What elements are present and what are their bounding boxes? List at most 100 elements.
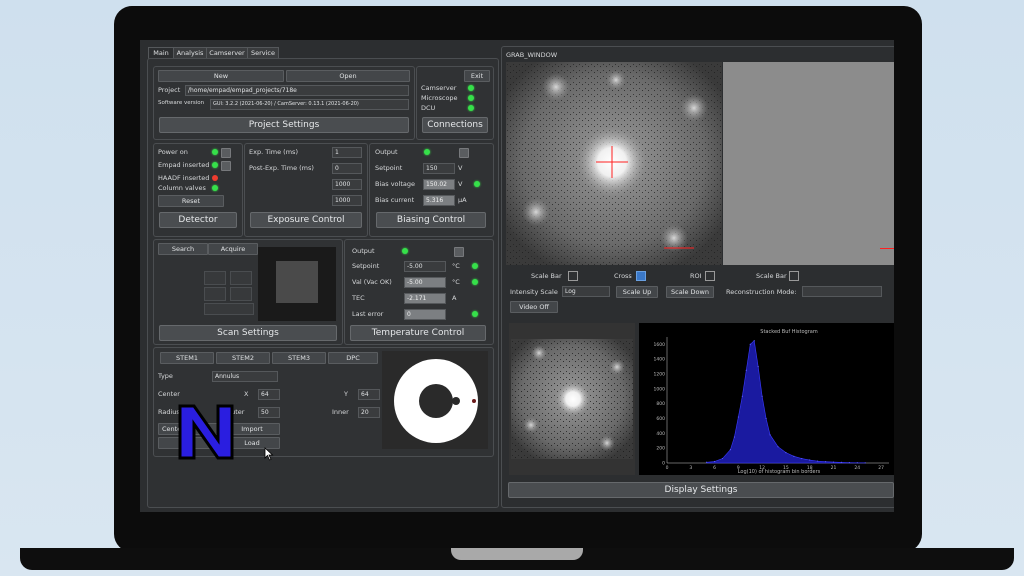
scan-grid-field[interactable]: [230, 271, 252, 285]
stem-inner-field[interactable]: 20: [358, 407, 380, 418]
reset-button[interactable]: Reset: [158, 195, 224, 207]
power-on-label: Power on: [158, 148, 188, 156]
stem-y-field[interactable]: 64: [358, 389, 380, 400]
histogram-point: [840, 461, 843, 464]
detector-button[interactable]: Detector: [159, 212, 237, 228]
project-path-field[interactable]: /home/empad/empad_projects/718e: [185, 85, 409, 96]
histogram-point: [749, 343, 751, 346]
scan-settings-button[interactable]: Scan Settings: [159, 325, 337, 341]
temperature-control-button[interactable]: Temperature Control: [350, 325, 486, 341]
histogram-point: [741, 395, 743, 397]
scan-grid-field[interactable]: [204, 271, 226, 285]
scale-bar-label: Scale Bar: [531, 272, 562, 280]
roi-checkbox[interactable]: [705, 271, 715, 281]
diffraction-image[interactable]: [506, 62, 722, 265]
y-tick-label: 800: [656, 401, 665, 407]
dcu-led: [468, 105, 474, 111]
y-tick-label: 1400: [654, 357, 666, 363]
project-settings-button[interactable]: Project Settings: [159, 117, 409, 133]
software-version-field: GUI: 3.2.2 (2021-06-20) / CamServer: 0.1…: [210, 99, 409, 110]
scale-down-button[interactable]: Scale Down: [666, 286, 714, 298]
laptop-notch: [451, 548, 583, 560]
temp-val-field: -5.00: [404, 277, 446, 288]
scale-up-button[interactable]: Scale Up: [616, 286, 658, 298]
roi-label: ROI: [690, 272, 702, 280]
histogram-title: Stacked Buf Histogram: [760, 329, 818, 335]
scale-bar2-checkbox[interactable]: [789, 271, 799, 281]
histogram-point: [765, 417, 767, 420]
tab-dpc[interactable]: DPC: [328, 352, 378, 364]
camserver-led: [468, 85, 474, 91]
scan-mode-select[interactable]: [204, 303, 254, 315]
temp-setpoint-field[interactable]: -5.00: [404, 261, 446, 272]
x-tick-label: 3: [689, 465, 692, 471]
new-project-button[interactable]: New: [158, 70, 284, 82]
temp-setpoint-led: [472, 263, 478, 269]
scan-grid-field[interactable]: [204, 287, 226, 301]
n-logo-icon: [178, 404, 234, 460]
open-project-button[interactable]: Open: [286, 70, 410, 82]
stem-type-select[interactable]: Annulus: [212, 371, 278, 382]
scan-grid-field[interactable]: [230, 287, 252, 301]
temp-output-toggle[interactable]: [454, 247, 464, 257]
tec-unit: A: [452, 294, 457, 302]
bias-output-led: [424, 149, 430, 155]
y-tick-label: 1600: [654, 342, 666, 348]
stem-y-label: Y: [344, 390, 348, 398]
reconstruction-view[interactable]: [723, 62, 894, 265]
stem-center-label: Center: [158, 390, 180, 398]
power-on-led: [212, 149, 218, 155]
power-toggle-button[interactable]: [221, 148, 231, 158]
search-button[interactable]: Search: [158, 243, 208, 255]
scan-preview: [258, 247, 336, 321]
exposure-field-3[interactable]: 1000: [332, 179, 362, 190]
histogram-point: [737, 416, 739, 418]
bias-voltage-field: 150.02: [423, 179, 455, 190]
histogram-point: [785, 452, 787, 454]
camserver-status-label: Camserver: [421, 84, 457, 92]
exposure-field-4[interactable]: 1000: [332, 195, 362, 206]
display-settings-button[interactable]: Display Settings: [508, 482, 894, 498]
stem-x-field[interactable]: 64: [258, 389, 280, 400]
stem-outer-field[interactable]: 50: [258, 407, 280, 418]
exit-button[interactable]: Exit: [464, 70, 490, 82]
x-tick-label: 0: [666, 465, 669, 471]
scale-bar-checkbox[interactable]: [568, 271, 578, 281]
bias-voltage-label: Bias voltage: [375, 180, 415, 188]
tab-stem1[interactable]: STEM1: [160, 352, 214, 364]
exposure-control-button[interactable]: Exposure Control: [250, 212, 362, 228]
cross-checkbox[interactable]: [636, 271, 646, 281]
histogram-point: [809, 459, 811, 461]
histogram-point: [706, 461, 708, 463]
tab-stem3[interactable]: STEM3: [272, 352, 326, 364]
stem-image[interactable]: [511, 339, 633, 459]
app-screen: Main Analysis Camserver Service New Open…: [140, 40, 894, 512]
last-error-led: [472, 311, 478, 317]
tab-stem2[interactable]: STEM2: [216, 352, 270, 364]
scale-bar2-label: Scale Bar: [756, 272, 787, 280]
intensity-scale-select[interactable]: Log: [562, 286, 610, 297]
histogram-point: [777, 446, 779, 448]
column-valves-label: Column valves: [158, 184, 206, 192]
y-tick-label: 1000: [654, 386, 666, 392]
histogram-point: [848, 462, 850, 464]
connections-button[interactable]: Connections: [422, 117, 488, 133]
software-version-label: Software version: [158, 100, 205, 106]
empad-toggle-button[interactable]: [221, 161, 231, 171]
bias-current-field: 5.316: [423, 195, 455, 206]
video-off-button[interactable]: Video Off: [510, 301, 558, 313]
bias-setpoint-field[interactable]: 150: [423, 163, 455, 174]
bias-output-toggle[interactable]: [459, 148, 469, 158]
reconstruction-mode-select[interactable]: [802, 286, 882, 297]
biasing-control-button[interactable]: Biasing Control: [376, 212, 486, 228]
acquire-button[interactable]: Acquire: [208, 243, 258, 255]
post-exp-time-field[interactable]: 0: [332, 163, 362, 174]
exp-time-field[interactable]: 1: [332, 147, 362, 158]
histogram-xlabel: Log(10) of histogram bin borders: [738, 469, 821, 475]
last-error-label: Last error: [352, 310, 384, 318]
y-tick-label: 400: [656, 431, 665, 437]
histogram-point: [824, 461, 827, 463]
histogram-chart: Stacked Buf Histogram 0 200 400 600 800 1000 1…: [654, 329, 889, 475]
stem-x-label: X: [244, 390, 249, 398]
bias-current-unit: μA: [458, 196, 467, 204]
